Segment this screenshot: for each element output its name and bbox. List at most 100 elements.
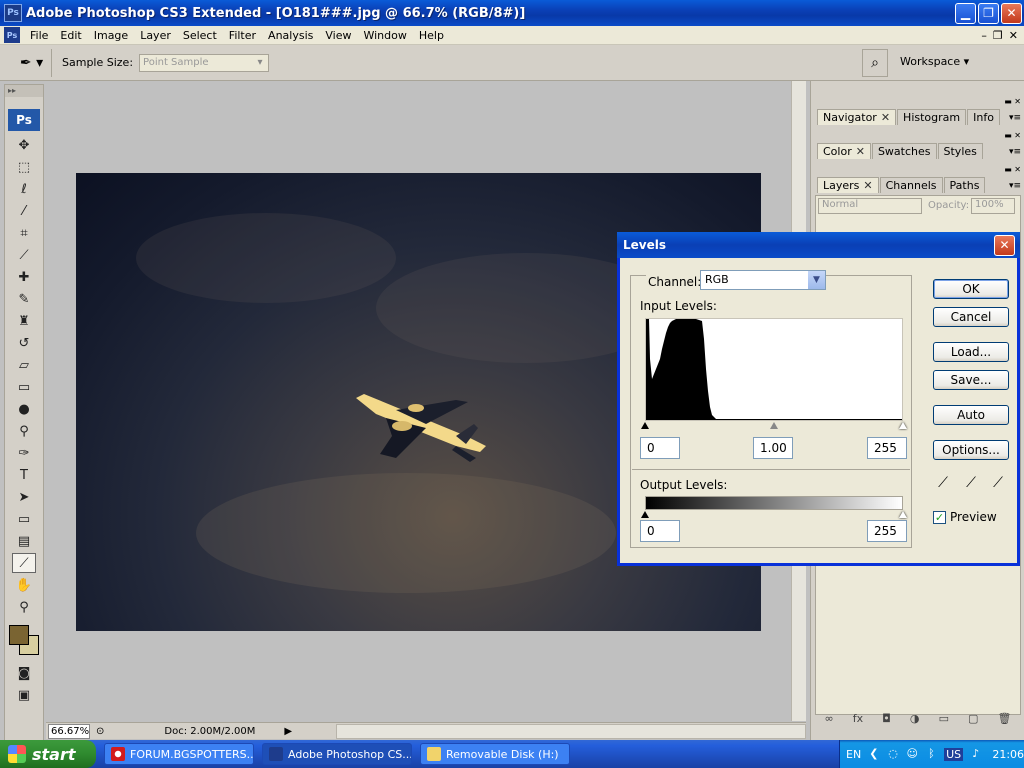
new-group-icon[interactable]: ▭ [939,712,949,725]
tab-info[interactable]: Info [967,109,1000,125]
horizontal-scrollbar[interactable] [336,723,806,739]
menu-filter[interactable]: Filter [223,29,262,42]
workspace-menu[interactable]: Workspace ▾ [900,55,969,68]
channel-select[interactable]: RGB ▼ [700,270,826,290]
clone-stamp-icon[interactable]: ♜ [12,311,36,331]
output-white-field[interactable]: 255 [867,520,907,542]
status-arrow-icon[interactable]: ▶ [284,726,292,737]
bridge-button[interactable]: ⌕ [862,49,888,77]
close-icon[interactable]: ✕ [856,145,865,158]
input-white-field[interactable]: 255 [867,437,907,459]
keyboard-layout[interactable]: US [944,747,964,761]
taskbar-item-opera[interactable]: FORUM.BGSPOTTERS... [104,743,254,765]
menu-edit[interactable]: Edit [54,29,87,42]
minimize-button[interactable]: ▁ [955,2,976,24]
tab-channels[interactable]: Channels [879,177,943,193]
link-layers-icon[interactable]: ∞ [825,712,834,725]
gray-eyedropper-icon[interactable]: ⟋ [961,475,981,491]
new-layer-icon[interactable]: ▢ [968,712,978,725]
options-button[interactable]: Options... [933,440,1009,460]
toolbox-grip[interactable]: ▸▸ [5,85,43,97]
healing-brush-icon[interactable]: ✚ [12,267,36,287]
layer-style-icon[interactable]: fx [853,712,863,725]
gradient-tool-icon[interactable]: ▭ [12,377,36,397]
bluetooth-icon[interactable]: ᛒ [925,747,938,761]
move-tool-icon[interactable]: ✥ [12,135,36,155]
magic-wand-icon[interactable]: ⁄ [12,201,36,221]
lasso-tool-icon[interactable]: ℓ [12,179,36,199]
input-gamma-field[interactable]: 1.00 [753,437,793,459]
input-black-slider[interactable] [641,422,649,429]
taskbar-item-photoshop[interactable]: Adobe Photoshop CS... [262,743,412,765]
auto-button[interactable]: Auto [933,405,1009,425]
white-eyedropper-icon[interactable]: ⟋ [988,475,1008,491]
ok-button[interactable]: OK [933,279,1009,299]
menu-window[interactable]: Window [357,29,412,42]
dialog-close-button[interactable]: ✕ [994,235,1015,256]
tab-histogram[interactable]: Histogram [897,109,967,125]
brush-tool-icon[interactable]: ✎ [12,289,36,309]
panel-group-controls[interactable]: ▬ ✕ [1004,97,1021,106]
crop-tool-icon[interactable]: ⌗ [12,223,36,243]
close-button[interactable]: ✕ [1001,2,1022,24]
dodge-tool-icon[interactable]: ⚲ [12,421,36,441]
type-tool-icon[interactable]: T [12,465,36,485]
output-black-field[interactable]: 0 [640,520,680,542]
status-menu-icon[interactable]: ⊙ [96,726,104,737]
tab-styles[interactable]: Styles [937,143,983,159]
zoom-tool-icon[interactable]: ⚲ [12,597,36,617]
black-eyedropper-icon[interactable]: ⟋ [933,475,953,491]
path-selection-icon[interactable]: ➤ [12,487,36,507]
language-indicator[interactable]: EN [846,748,861,761]
blur-tool-icon[interactable]: ● [12,399,36,419]
blend-mode-select[interactable]: Normal [818,198,922,214]
tab-color[interactable]: Color ✕ [817,143,871,159]
panel-menu-icon[interactable]: ▾≡ [1009,113,1021,123]
menu-view[interactable]: View [319,29,357,42]
document-menu-icon[interactable]: Ps [4,27,20,43]
layer-mask-icon[interactable]: ◘ [882,712,891,725]
input-white-slider[interactable] [899,422,907,429]
panel-menu-icon[interactable]: ▾≡ [1009,147,1021,157]
doc-minimize-icon[interactable]: – [981,29,987,42]
eyedropper-icon[interactable]: ⟋ [12,553,36,573]
messenger-icon[interactable]: ☺ [906,747,919,761]
output-black-slider[interactable] [641,511,649,518]
sample-size-select[interactable]: Point Sample ▾ [139,53,270,72]
panel-group-controls[interactable]: ▬ ✕ [1004,165,1021,174]
tab-swatches[interactable]: Swatches [871,143,937,159]
shape-tool-icon[interactable]: ▭ [12,509,36,529]
load-button[interactable]: Load... [933,342,1009,362]
panel-group-controls[interactable]: ▬ ✕ [1004,131,1021,140]
restore-button[interactable]: ❐ [978,2,999,24]
menu-help[interactable]: Help [413,29,450,42]
tab-paths[interactable]: Paths [943,177,986,193]
marquee-tool-icon[interactable]: ⬚ [12,157,36,177]
cancel-button[interactable]: Cancel [933,307,1009,327]
tab-layers[interactable]: Layers ✕ [817,177,879,193]
notes-tool-icon[interactable]: ▤ [12,531,36,551]
foreground-color-swatch[interactable] [9,625,29,645]
photoshop-logo[interactable]: Ps [8,109,40,131]
opacity-field[interactable]: 100% [971,198,1015,214]
menu-select[interactable]: Select [177,29,223,42]
hand-tool-icon[interactable]: ✋ [12,575,36,595]
zoom-level-field[interactable]: 66.67% [48,723,90,739]
input-black-field[interactable]: 0 [640,437,680,459]
taskbar-item-removable-disk[interactable]: Removable Disk (H:) [420,743,570,765]
doc-close-icon[interactable]: ✕ [1009,29,1018,42]
adjustment-layer-icon[interactable]: ◑ [910,712,920,725]
panel-menu-icon[interactable]: ▾≡ [1009,181,1021,191]
volume-icon[interactable]: ♪ [969,747,982,761]
menu-layer[interactable]: Layer [134,29,177,42]
trash-icon[interactable]: 🗑 [997,712,1011,725]
close-icon[interactable]: ✕ [863,179,872,192]
screen-mode-icon[interactable]: ▣ [12,685,36,705]
pen-tool-icon[interactable]: ✑ [12,443,36,463]
save-button[interactable]: Save... [933,370,1009,390]
tool-preset-picker[interactable]: ✒ ▾ [12,48,52,77]
menu-analysis[interactable]: Analysis [262,29,319,42]
menu-file[interactable]: File [24,29,54,42]
eraser-icon[interactable]: ▱ [12,355,36,375]
close-icon[interactable]: ✕ [881,111,890,124]
